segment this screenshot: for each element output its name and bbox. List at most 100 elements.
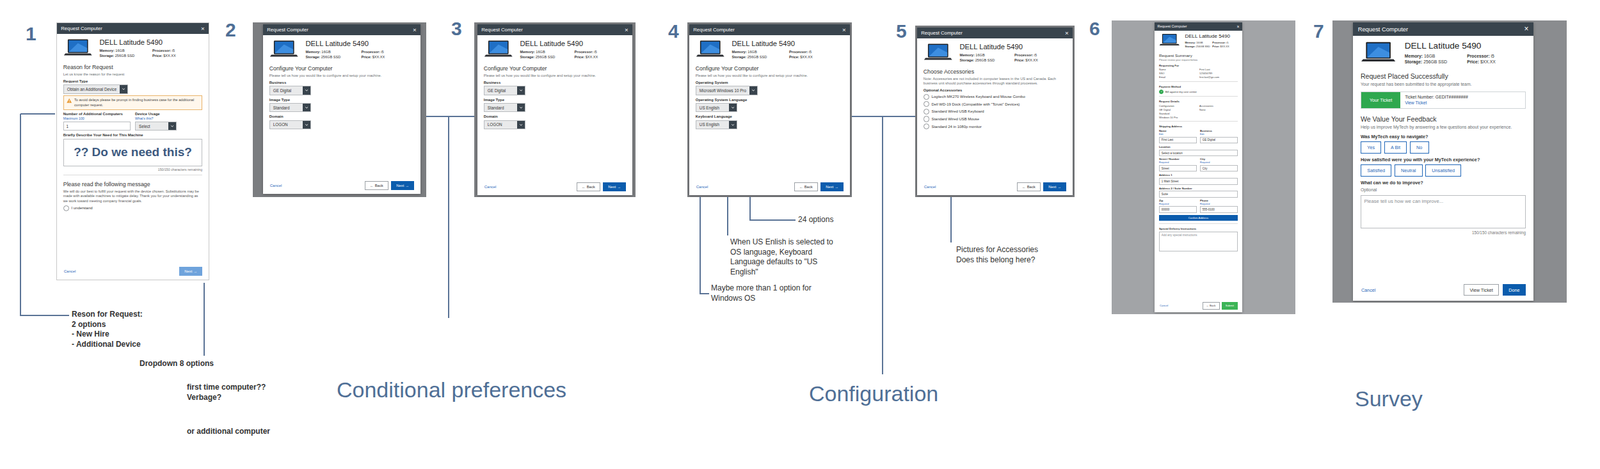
text-input[interactable]: Select a location <box>1159 149 1238 157</box>
close-button[interactable]: × <box>1523 25 1529 34</box>
dropdown[interactable]: GE Digital <box>269 85 312 95</box>
footer-button[interactable]: View Ticket <box>1463 284 1500 296</box>
checkbox-row[interactable]: Standard Wired USB Mouse <box>923 115 1067 122</box>
confirm-button[interactable]: Confirm Address <box>1159 215 1238 221</box>
footer-button[interactable]: Cancel <box>923 182 942 192</box>
text-input[interactable]: Suite <box>1159 190 1238 198</box>
laptop-icon <box>483 39 514 59</box>
section-label: Conditional preferences <box>336 377 567 403</box>
chevron-down-icon <box>517 120 525 129</box>
checkbox-row[interactable]: I understand <box>63 205 203 212</box>
field-label: Payment Method <box>1159 85 1238 89</box>
text-input[interactable]: GE Digital <box>1200 136 1238 144</box>
product-spec: Price: $XX.XX <box>789 55 844 59</box>
field-row: Number of Additional ComputersMaximum 10… <box>63 112 203 132</box>
footer-button[interactable]: Done <box>1502 284 1527 296</box>
summary-value: First Last <box>1199 67 1238 72</box>
checkbox-row[interactable]: Dell WD-19 Dock (Compatible with "Tcrust… <box>923 101 1067 107</box>
checkbox-row[interactable]: Bill against my cost center <box>1159 89 1238 95</box>
text-input[interactable]: 1 Main Street <box>1159 177 1238 185</box>
footer-button[interactable]: Submit <box>1221 302 1238 310</box>
text-input[interactable]: 00000 <box>1159 206 1197 214</box>
footer-button[interactable]: Cancel <box>1159 302 1172 310</box>
close-button[interactable]: × <box>412 26 417 34</box>
chevron-down-icon <box>302 86 311 95</box>
text-area[interactable]: ?? Do we need this? <box>63 138 203 167</box>
footer-button[interactable]: Next → <box>602 182 626 192</box>
dropdown[interactable]: US English <box>695 103 738 112</box>
choice-button[interactable]: A Bit <box>1384 141 1408 154</box>
dropdown[interactable]: GE Digital <box>483 85 526 95</box>
helper-text: Please tell us how you would like to con… <box>483 73 626 79</box>
dropdown[interactable]: Standard <box>269 103 312 112</box>
dialog-header: Request Computer× <box>263 24 421 36</box>
dialog-footer: Cancel ← BackNext → <box>917 177 1073 196</box>
step-number: 4 <box>668 20 680 43</box>
field-hint: What's this? <box>135 116 203 121</box>
close-button[interactable]: × <box>1064 30 1069 37</box>
laptop-icon <box>1360 40 1396 64</box>
footer-button[interactable]: ← Back <box>364 181 389 191</box>
dropdown[interactable]: LOGON <box>483 120 526 130</box>
text-input[interactable]: Street <box>1159 165 1197 173</box>
checkbox-row[interactable]: Logitech MK270 Wireless Keyboard and Mou… <box>923 94 1067 100</box>
footer-button[interactable]: ← Back <box>794 182 818 192</box>
dialog-title: Request Computer <box>60 25 103 32</box>
close-button[interactable]: × <box>624 26 629 34</box>
checkbox-row[interactable]: Standard 24 in 1080p monitor <box>923 123 1067 130</box>
footer-button[interactable]: ← Back <box>1202 302 1220 310</box>
view-ticket-link[interactable]: View Ticket <box>1404 100 1469 105</box>
footer-button[interactable]: Cancel <box>695 182 714 192</box>
footer-button[interactable]: Cancel <box>483 182 502 192</box>
text-area[interactable]: Please tell us how we can improve... <box>1360 195 1526 229</box>
text-input[interactable]: 555-0100 <box>1200 206 1238 214</box>
checkbox[interactable] <box>63 205 70 212</box>
checkbox-row[interactable]: Standard Wired USB Keyboard <box>923 108 1067 115</box>
footer-button[interactable]: Next → <box>391 181 415 191</box>
text-input[interactable]: City <box>1200 165 1238 173</box>
choice-button[interactable]: Satisfied <box>1360 164 1392 177</box>
divider <box>1159 120 1238 122</box>
field-label: Briefly Describe Your Need for This Mach… <box>63 133 203 137</box>
text-input[interactable]: 1 <box>63 121 131 131</box>
checkbox[interactable] <box>923 108 930 115</box>
footer-button[interactable]: Cancel <box>1360 284 1382 296</box>
field-label: Domain <box>483 114 626 119</box>
dropdown[interactable]: Select <box>135 121 177 131</box>
dropdown[interactable]: US English <box>695 120 738 130</box>
dropdown[interactable]: Obtain an Additional Device <box>63 84 128 94</box>
close-button[interactable]: × <box>200 25 205 32</box>
text-area[interactable]: Add any special instructions <box>1159 231 1238 252</box>
text-input[interactable]: First Last <box>1159 136 1197 144</box>
choice-button[interactable]: No <box>1409 141 1430 154</box>
screen-frame: Request Computer×DELL Latitude 5490Memor… <box>1332 20 1567 303</box>
dialog-title: Request Computer <box>481 26 523 33</box>
checkbox[interactable] <box>923 101 930 107</box>
dropdown[interactable]: Microsoft Windows 10 Pro <box>695 85 758 95</box>
checkbox[interactable] <box>923 123 930 130</box>
summary-label: Name <box>1159 67 1198 72</box>
checkbox[interactable] <box>1159 89 1164 95</box>
footer-button[interactable]: ← Back <box>576 182 601 192</box>
checkbox[interactable] <box>923 115 930 122</box>
checkbox[interactable] <box>923 94 930 100</box>
choice-button[interactable]: Yes <box>1360 141 1382 154</box>
choice-button[interactable]: Neutral <box>1394 164 1423 177</box>
ticket-card: Your TicketTicket Number: GEDIT########V… <box>1360 91 1526 109</box>
dropdown[interactable]: LOGON <box>269 120 312 130</box>
footer-button[interactable]: Cancel <box>63 266 82 276</box>
summary-label: SSO <box>1159 71 1198 75</box>
field-label: Was MyTech easy to navigate? <box>1360 133 1526 140</box>
footer-button[interactable]: Next → <box>1043 182 1067 192</box>
chevron-down-icon <box>119 85 128 93</box>
product-spec: Memory: 16GB <box>305 49 359 54</box>
footer-button[interactable]: Next → <box>179 266 203 276</box>
close-button[interactable]: × <box>1236 24 1240 29</box>
dropdown[interactable]: Standard <box>483 103 526 112</box>
footer-button[interactable]: ← Back <box>1016 182 1041 192</box>
footer-button[interactable]: Cancel <box>269 181 288 191</box>
choice-button[interactable]: Unsatisfied <box>1425 164 1462 177</box>
footer-button[interactable]: Next → <box>820 182 844 192</box>
close-button[interactable]: × <box>842 26 847 34</box>
